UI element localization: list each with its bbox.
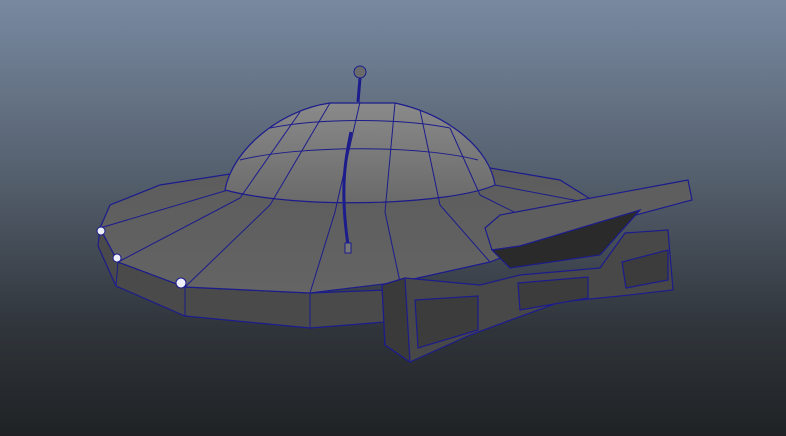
dome [224,102,496,204]
antenna [356,77,362,103]
light [112,253,122,263]
3d-viewport[interactable] [0,0,786,436]
ufo-model[interactable] [0,0,786,436]
light [175,277,187,289]
antenna-tip [353,65,367,79]
light [96,226,106,236]
